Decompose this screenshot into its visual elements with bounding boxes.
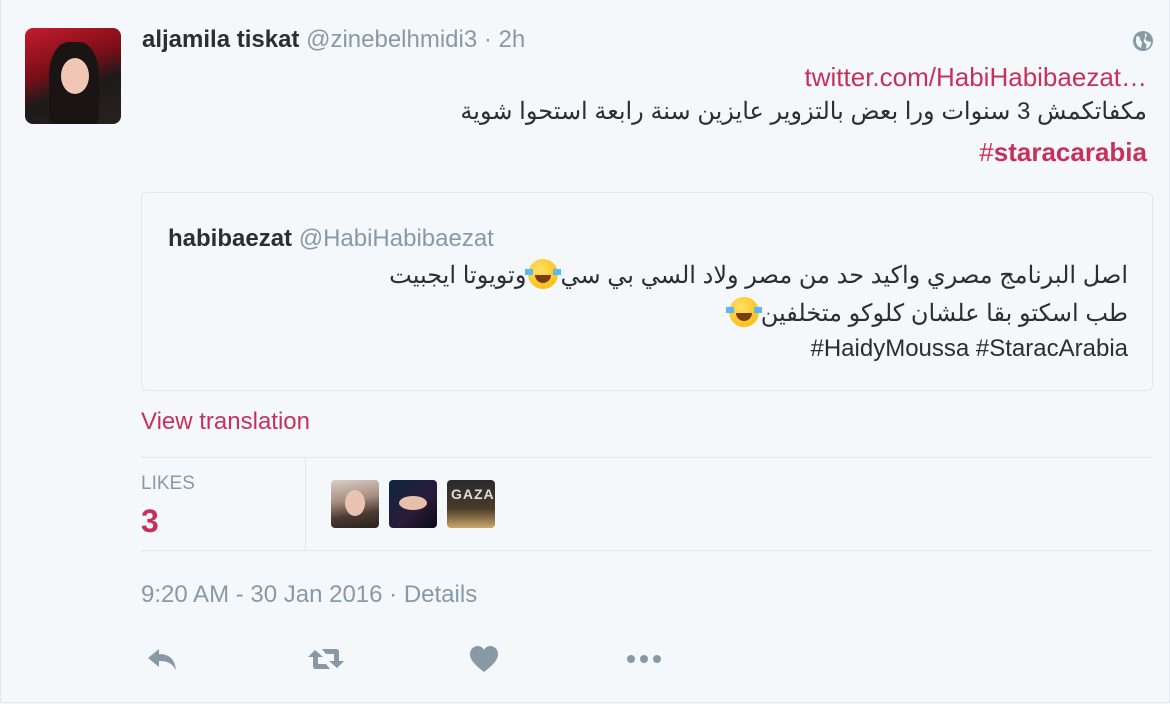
tweet-link[interactable]: twitter.com/HabiHabibaezat… — [805, 62, 1147, 93]
like-heart-icon[interactable] — [467, 644, 501, 674]
hashtag-symbol: # — [979, 137, 994, 167]
view-translation-link[interactable]: View translation — [141, 408, 310, 436]
tweet-header: aljamila tiskat @zinebelhmidi3 · 2h — [142, 26, 525, 54]
quoted-text-line-1-a: اصل البرنامج مصري واكيد حد من مصر ولاد ا… — [560, 262, 1128, 289]
more-dots-icon[interactable] — [625, 644, 665, 674]
hashtag-text: staracarabia — [993, 137, 1147, 167]
quoted-text-line-1: اصل البرنامج مصري واكيد حد من مصر ولاد ا… — [389, 259, 1128, 290]
tweet-text: مكفاتكمش 3 سنوات ورا بعض بالتزوير عايزين… — [460, 98, 1147, 125]
tweet-hashtag[interactable]: #staracarabia — [979, 137, 1147, 168]
face-with-tears-of-joy-emoji — [525, 259, 562, 289]
quoted-text-line-1-b: وتويوتا ايجبيت — [389, 262, 527, 289]
liker-avatar[interactable] — [389, 480, 437, 528]
retweet-icon[interactable] — [306, 644, 346, 674]
likes-count[interactable]: 3 — [141, 503, 159, 540]
tweet-time[interactable]: · 2h — [484, 26, 525, 53]
stats-vertical-divider — [305, 458, 306, 550]
globe-icon[interactable] — [1131, 29, 1155, 53]
quoted-text-line-2-text: طب اسكتو بقا علشان كلوكو متخلفين — [760, 300, 1128, 327]
likes-label[interactable]: LIKES — [141, 473, 195, 495]
liker-avatar-text: GAZA — [451, 486, 495, 502]
liker-avatar[interactable]: GAZA — [447, 480, 495, 528]
author-handle[interactable]: @zinebelhmidi3 — [306, 26, 477, 53]
quoted-text-line-2: طب اسكتو بقا علشان كلوكو متخلفين — [725, 297, 1128, 328]
reply-icon[interactable] — [145, 644, 179, 674]
liker-avatar[interactable] — [331, 480, 379, 528]
tweet-detail-card: aljamila tiskat @zinebelhmidi3 · 2h twit… — [0, 0, 1170, 703]
author-name[interactable]: aljamila tiskat — [142, 26, 299, 53]
stats-divider-bottom — [141, 550, 1153, 551]
quoted-author-handle: @HabiHabibaezat — [298, 225, 494, 252]
quoted-header: habibaezat @HabiHabibaezat — [168, 225, 494, 253]
quoted-tweet[interactable]: habibaezat @HabiHabibaezat اصل البرنامج … — [141, 192, 1153, 391]
author-avatar[interactable] — [25, 28, 121, 124]
quoted-hashtags: #HaidyMoussa #StaracArabia — [810, 335, 1129, 362]
quoted-author-name: habibaezat — [168, 225, 293, 252]
tweet-timestamp[interactable]: 9:20 AM - 30 Jan 2016 · Details — [141, 581, 477, 609]
stats-divider-top — [141, 457, 1153, 458]
face-with-tears-of-joy-emoji — [725, 297, 762, 327]
